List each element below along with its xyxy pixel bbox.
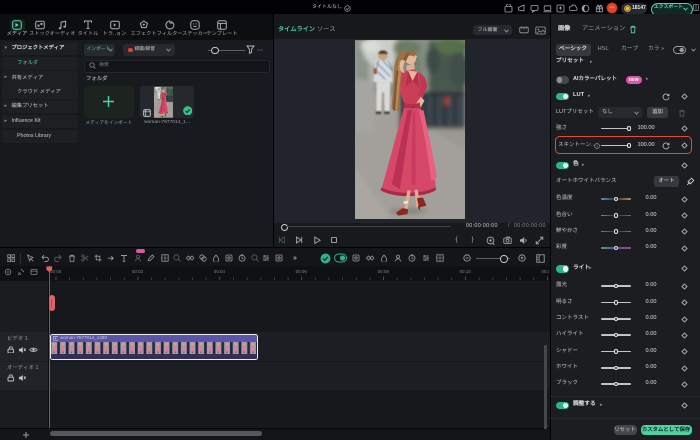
svg-text:00:10: 00:10 <box>459 269 471 274</box>
svg-text:00:06: 00:06 <box>296 269 308 274</box>
svg-text:00:04: 00:04 <box>214 269 226 274</box>
svg-text:00:08: 00:08 <box>378 269 390 274</box>
svg-text:00:02: 00:02 <box>132 269 144 274</box>
svg-text:00:12: 00:12 <box>541 269 549 274</box>
